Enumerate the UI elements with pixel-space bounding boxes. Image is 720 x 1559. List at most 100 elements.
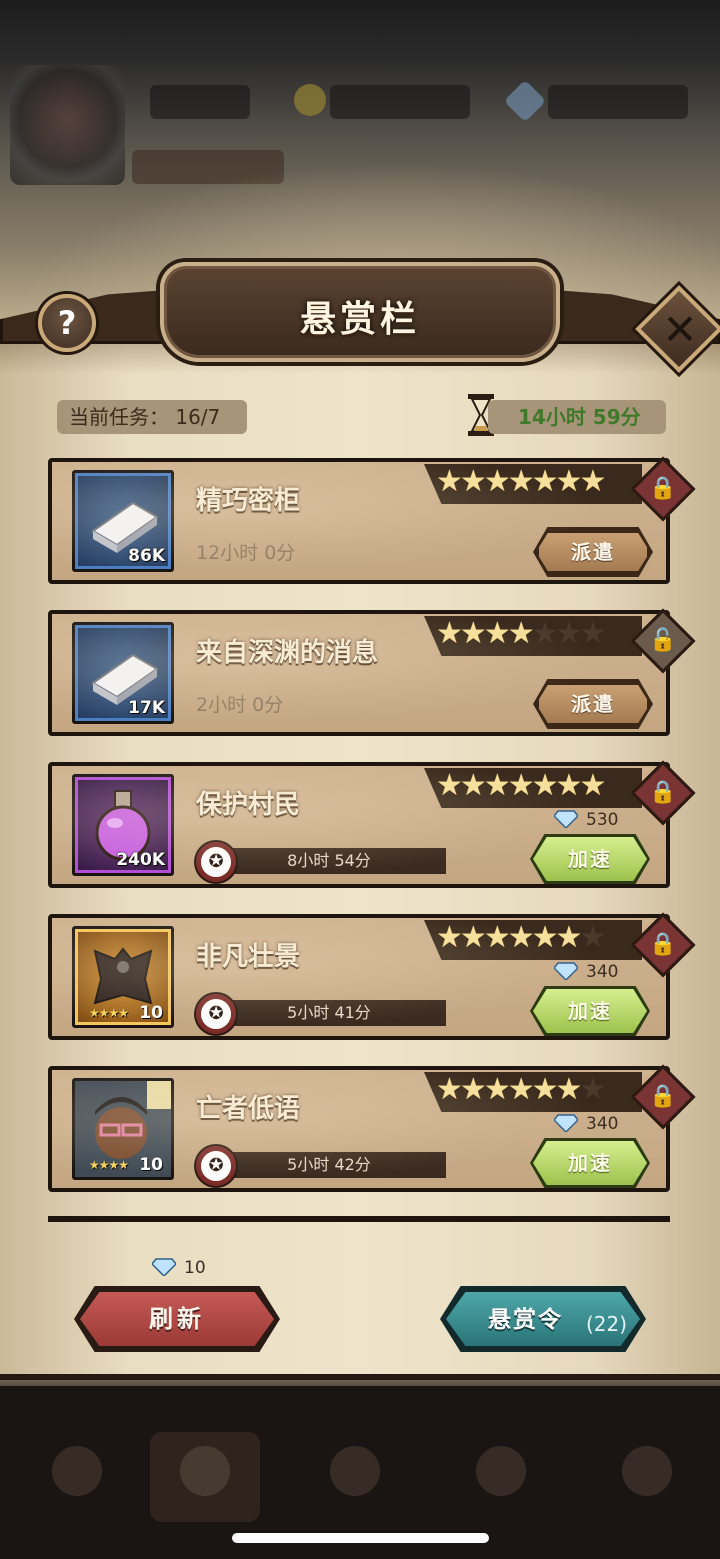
reward-amount: 240K (116, 850, 165, 870)
task-duration: 2小时 0分 (196, 694, 284, 716)
star-filled-icon: ★ (483, 464, 511, 499)
dispatch-button[interactable]: 派遣 (536, 530, 650, 574)
task-title: 来自深渊的消息 (196, 638, 379, 668)
nav-tab-icon (180, 1446, 230, 1496)
close-icon[interactable]: ✕ (650, 304, 710, 356)
star-filled-icon: ★ (436, 1072, 463, 1107)
dispatch-button[interactable]: 派遣 (536, 682, 650, 726)
help-button[interactable]: ? (38, 294, 96, 352)
task-duration: 12小时 0分 (196, 542, 296, 564)
nav-tab[interactable] (592, 1432, 702, 1522)
star-filled-icon: ★ (436, 920, 463, 955)
star-filled-icon: ★ (531, 1072, 559, 1107)
task-thumbnail: 86K (72, 470, 174, 572)
nav-tab-icon (52, 1446, 102, 1496)
bounty-order-count[interactable]: (22) (586, 1312, 627, 1336)
current-task-count: 当前任务： 16/7 (57, 400, 247, 434)
task-card[interactable]: ★★★★ 10 亡者低语 ★★★★★★★ 🔒 5小时 42分 ✪ 340 加速 (48, 1064, 696, 1192)
speedup-button[interactable]: 加速 (533, 1141, 647, 1185)
star-empty-icon: ★ (579, 920, 606, 955)
star-filled-icon: ★ (507, 616, 535, 651)
star-filled-icon: ★ (579, 768, 606, 803)
star-filled-icon: ★ (483, 1072, 511, 1107)
item-level: 10 (139, 1003, 163, 1023)
star-filled-icon: ★ (531, 464, 559, 499)
star-filled-icon: ★ (555, 464, 583, 499)
bounty-order-label[interactable]: 悬赏令 (488, 1300, 563, 1334)
refresh-button[interactable]: 刷新 (80, 1292, 274, 1346)
page-title: 悬赏栏 (299, 299, 420, 340)
nav-tab[interactable] (300, 1432, 410, 1522)
nav-tab-active[interactable] (150, 1432, 260, 1522)
star-empty-icon: ★ (579, 616, 606, 651)
task-thumbnail: ★★★★ 10 (72, 1078, 174, 1180)
speedup-cost: 530 (554, 810, 654, 834)
star-filled-icon: ★ (507, 464, 535, 499)
task-thumbnail: 17K (72, 622, 174, 724)
nav-tab[interactable] (446, 1432, 556, 1522)
star-rating: ★★★★★★★ (436, 1072, 606, 1108)
nav-tab-icon (476, 1446, 526, 1496)
task-card[interactable]: 17K 来自深渊的消息 2小时 0分 ★★★★★★★ 🔓 派遣 (48, 608, 696, 736)
star-filled-icon: ★ (459, 1072, 487, 1107)
clock-badge-icon: ✪ (196, 842, 236, 882)
star-rating: ★★★★★★★ (436, 768, 606, 804)
padlock-icon[interactable]: 🔒 (648, 928, 678, 962)
refresh-cost-value: 10 (184, 1258, 206, 1278)
blurred-coin-icon (294, 84, 326, 116)
star-empty-icon: ★ (579, 1072, 606, 1107)
star-filled-icon: ★ (459, 464, 487, 499)
blurred-name-bar (150, 85, 250, 119)
task-title: 保护村民 (196, 790, 301, 820)
cost-value: 530 (586, 810, 619, 830)
diamond-gem-icon (554, 1114, 578, 1132)
task-card[interactable]: ★★★★ 10 非凡壮景 ★★★★★★★ 🔒 5小时 41分 ✪ 340 加速 (48, 912, 696, 1040)
nav-tab[interactable] (22, 1432, 132, 1522)
star-filled-icon: ★ (555, 1072, 583, 1107)
task-thumbnail: ★★★★ 10 (72, 926, 174, 1028)
star-filled-icon: ★ (459, 920, 487, 955)
cost-value: 340 (586, 1114, 619, 1134)
star-filled-icon: ★ (436, 616, 463, 651)
hero-stars: ★★★★ (89, 1158, 129, 1172)
star-filled-icon: ★ (483, 616, 511, 651)
clock-badge-icon: ✪ (196, 994, 236, 1034)
next-card-edge (48, 1216, 670, 1222)
star-filled-icon: ★ (459, 768, 487, 803)
reward-amount: 86K (128, 546, 165, 566)
task-title: 精巧密柜 (196, 486, 301, 516)
star-empty-icon: ★ (555, 616, 583, 651)
star-filled-icon: ★ (507, 920, 535, 955)
nav-tab-icon (330, 1446, 380, 1496)
home-indicator[interactable] (232, 1533, 489, 1543)
padlock-icon[interactable]: 🔒 (648, 472, 678, 506)
padlock-icon[interactable]: 🔒 (648, 776, 678, 810)
blurred-gem-bar (548, 85, 688, 119)
task-title: 亡者低语 (196, 1094, 301, 1124)
star-filled-icon: ★ (436, 464, 463, 499)
star-rating: ★★★★★★★ (436, 616, 606, 652)
star-empty-icon: ★ (531, 616, 559, 651)
star-rating: ★★★★★★★ (436, 464, 606, 500)
remaining-time: 5小时 41分 (287, 1003, 371, 1022)
reward-amount: 17K (128, 698, 165, 718)
star-filled-icon: ★ (579, 464, 606, 499)
speedup-button[interactable]: 加速 (533, 989, 647, 1033)
speedup-cost: 340 (554, 1114, 654, 1138)
star-filled-icon: ★ (531, 768, 559, 803)
item-stars: ★★★★ (89, 1006, 129, 1020)
star-filled-icon: ★ (483, 920, 511, 955)
blurred-gem-icon (503, 79, 547, 123)
star-filled-icon: ★ (531, 920, 559, 955)
star-filled-icon: ★ (507, 1072, 535, 1107)
task-card[interactable]: 240K 保护村民 ★★★★★★★ 🔒 8小时 54分 ✪ 530 加速 (48, 760, 696, 888)
unlocked-padlock-icon[interactable]: 🔓 (648, 624, 678, 658)
remaining-time: 5小时 42分 (287, 1155, 371, 1174)
star-filled-icon: ★ (555, 920, 583, 955)
star-filled-icon: ★ (459, 616, 487, 651)
clock-badge-icon: ✪ (196, 1146, 236, 1186)
task-card[interactable]: 86K 精巧密柜 12小时 0分 ★★★★★★★ 🔒 派遣 (48, 456, 696, 584)
padlock-icon[interactable]: 🔒 (648, 1080, 678, 1114)
speedup-button[interactable]: 加速 (533, 837, 647, 881)
diamond-gem-icon (554, 810, 578, 828)
